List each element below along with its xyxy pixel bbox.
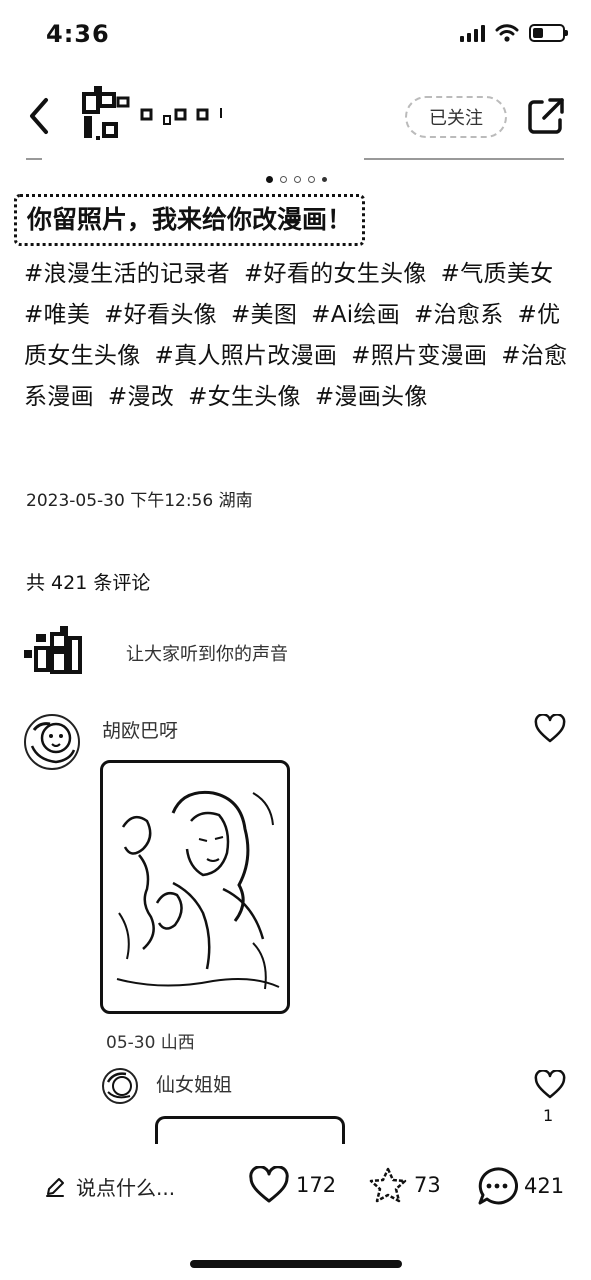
- back-button[interactable]: [22, 94, 56, 138]
- author-avatar[interactable]: [80, 84, 132, 142]
- hashtag-link[interactable]: #真人照片改漫画: [155, 343, 338, 369]
- comment-input[interactable]: 让大家听到你的声音: [126, 640, 288, 666]
- comment-total: 421: [524, 1174, 565, 1198]
- comment-count: 共 421 条评论: [26, 572, 151, 594]
- reply-author-name[interactable]: 仙女姐姐: [156, 1070, 232, 1097]
- status-icons: [460, 24, 568, 42]
- hashtag-link[interactable]: #好看头像: [104, 302, 217, 328]
- heart-icon[interactable]: [534, 1070, 566, 1100]
- like-count: 172: [296, 1173, 337, 1197]
- hashtag-link[interactable]: #女生头像: [188, 384, 301, 410]
- hashtag-link[interactable]: #唯美: [24, 302, 90, 328]
- heart-icon[interactable]: [534, 714, 566, 744]
- carousel-dot: [280, 176, 287, 183]
- write-comment-input[interactable]: 说点什么...: [44, 1172, 175, 1201]
- collect-button[interactable]: 73: [368, 1166, 441, 1204]
- carousel-dot: [322, 177, 327, 182]
- hashtag-link[interactable]: #漫改: [108, 384, 174, 410]
- comment-date-location: 05-30 山西: [106, 1033, 195, 1053]
- carousel-dot: [294, 176, 301, 183]
- carousel-dot: [308, 176, 315, 183]
- hashtag-link[interactable]: #美图: [231, 302, 297, 328]
- commenter-avatar[interactable]: [24, 714, 80, 770]
- post-detail-screen: 4:36 已关注 你留照片，我来给你改漫画！ #浪漫生活的记录者 #好看的女生头…: [0, 0, 591, 1280]
- hashtag-link[interactable]: #Ai绘画: [311, 302, 400, 328]
- hashtag-link[interactable]: #好看的女生头像: [244, 261, 427, 287]
- hashtag-link[interactable]: #治愈系: [414, 302, 503, 328]
- author-name-graphic[interactable]: [140, 104, 230, 126]
- image-carousel-indicator: [0, 176, 591, 183]
- post-title: 你留照片，我来给你改漫画！: [14, 194, 366, 246]
- reply-avatar[interactable]: [102, 1068, 138, 1104]
- comment-image[interactable]: [100, 760, 290, 1014]
- header-divider-left: [26, 158, 42, 160]
- header-divider-right: [364, 158, 564, 160]
- my-avatar: [24, 626, 82, 674]
- share-icon[interactable]: [526, 96, 566, 136]
- post-date-location: 2023-05-30 下午12:56 湖南: [26, 491, 253, 511]
- reply-like-count: 1: [543, 1106, 554, 1125]
- heart-icon: [249, 1166, 289, 1203]
- star-icon: [369, 1167, 407, 1203]
- reply-image[interactable]: [155, 1116, 345, 1144]
- wifi-icon: [495, 24, 519, 42]
- battery-icon: [529, 24, 568, 42]
- hashtag-link[interactable]: #漫画头像: [315, 384, 428, 410]
- hashtag-link[interactable]: #照片变漫画: [351, 343, 487, 369]
- cellular-signal-icon: [460, 24, 485, 42]
- post-header: 已关注: [0, 80, 591, 160]
- hashtag-link[interactable]: #气质美女: [441, 261, 554, 287]
- hashtag-link[interactable]: #浪漫生活的记录者: [24, 261, 230, 287]
- status-bar: 4:36: [0, 0, 591, 70]
- collect-count: 73: [414, 1173, 441, 1197]
- carousel-dot-active: [266, 176, 273, 183]
- pencil-icon: [46, 1177, 64, 1197]
- follow-button[interactable]: 已关注: [405, 96, 507, 138]
- write-comment-placeholder: 说点什么...: [76, 1176, 176, 1200]
- post-tags: #浪漫生活的记录者 #好看的女生头像 #气质美女 #唯美 #好看头像 #美图 #Ai绘画 #治…: [24, 254, 568, 418]
- status-time: 4:36: [46, 20, 110, 48]
- comment-button[interactable]: 421: [476, 1166, 564, 1206]
- like-button[interactable]: 172: [248, 1166, 336, 1204]
- commenter-name[interactable]: 胡欧巴呀: [102, 716, 178, 743]
- chat-bubble-icon: [478, 1167, 518, 1205]
- home-indicator[interactable]: [190, 1260, 402, 1268]
